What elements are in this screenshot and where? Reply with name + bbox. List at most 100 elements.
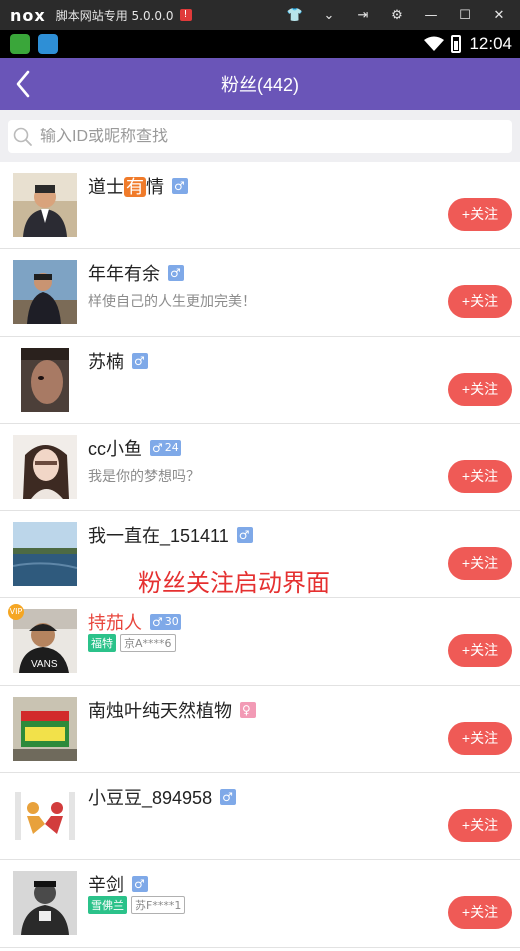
svg-text:VANS: VANS bbox=[31, 659, 58, 670]
status-time: 12:04 bbox=[469, 34, 512, 53]
avatar-photo bbox=[13, 871, 77, 936]
fan-list-item[interactable]: cc小鱼 ♂ 24 我是你的梦想吗？ +关注 bbox=[0, 424, 520, 512]
minimize-icon[interactable]: — bbox=[414, 8, 448, 23]
user-name-text: 辛剑 bbox=[88, 875, 124, 896]
avatar[interactable] bbox=[13, 522, 77, 587]
user-age: 24 bbox=[164, 440, 179, 454]
avatar-photo: VANS bbox=[13, 609, 77, 674]
avatar-photo bbox=[13, 260, 77, 325]
user-name: 我一直在_151411 bbox=[88, 522, 229, 548]
avatar-photo bbox=[13, 784, 77, 849]
user-name: 辛剑 bbox=[88, 871, 124, 897]
warning-icon[interactable]: ! bbox=[179, 9, 192, 21]
gear-icon[interactable]: ⚙ bbox=[380, 8, 414, 23]
user-name: 南烛叶纯天然植物 bbox=[88, 697, 232, 723]
close-icon[interactable]: ✕ bbox=[482, 8, 516, 23]
fan-list: 道士有情 ♂ +关注 年年有余 ♂ 样使自己的人生更加完美！ +关注 苏楠 ♂ +关注 cc小鱼 ♂ 2… bbox=[0, 162, 520, 951]
user-name-highlight: 有 bbox=[124, 177, 146, 197]
male-gender-badge: ♂ 24 bbox=[150, 439, 181, 456]
emulator-title: 脚本网站专用 5.0.0.0 bbox=[55, 8, 174, 23]
male-icon: ♂ bbox=[174, 179, 185, 193]
app-notification-icon bbox=[38, 34, 58, 54]
pin-icon[interactable]: ⇥ bbox=[346, 8, 380, 23]
user-name: 道士有情 bbox=[88, 173, 164, 199]
fan-list-item[interactable]: VIP VANS 持茄人 ♂ 30 福特 京A****6 +关注 bbox=[0, 598, 520, 686]
app-notification-icon bbox=[10, 34, 30, 54]
avatar[interactable] bbox=[13, 347, 77, 412]
user-name-text: 苏楠 bbox=[88, 351, 124, 372]
search-input[interactable] bbox=[40, 127, 480, 146]
user-name-text: cc小鱼 bbox=[88, 438, 142, 459]
user-name-text: 南烛叶纯天然植物 bbox=[88, 700, 232, 721]
follow-button[interactable]: +关注 bbox=[448, 896, 512, 930]
chevron-down-icon[interactable]: ⌄ bbox=[312, 8, 346, 23]
user-name-text: 情 bbox=[146, 177, 164, 197]
follow-button[interactable]: +关注 bbox=[448, 459, 512, 493]
fan-list-item[interactable]: 苏楠 ♂ +关注 bbox=[0, 337, 520, 424]
follow-button[interactable]: +关注 bbox=[448, 198, 512, 231]
avatar-photo bbox=[13, 347, 77, 412]
male-icon: ♂ bbox=[134, 353, 145, 368]
chevron-left-icon bbox=[16, 70, 30, 98]
car-brand-tag: 福特 bbox=[88, 634, 116, 653]
avatar[interactable] bbox=[13, 871, 77, 936]
window-controls: 👕 ⌄ ⇥ ⚙ — ☐ ✕ bbox=[278, 0, 516, 30]
user-name: 苏楠 bbox=[88, 348, 124, 374]
fan-list-item[interactable]: 年年有余 ♂ 样使自己的人生更加完美！ +关注 bbox=[0, 249, 520, 337]
male-icon: ♂ bbox=[152, 615, 163, 630]
user-name: 持茄人 bbox=[88, 609, 142, 635]
male-icon: ♂ bbox=[238, 528, 250, 543]
avatar[interactable] bbox=[13, 260, 77, 325]
follow-button[interactable]: +关注 bbox=[448, 721, 512, 755]
user-name: 小豆豆_894958 bbox=[88, 784, 212, 810]
shirt-icon[interactable]: 👕 bbox=[278, 8, 312, 23]
male-gender-badge: ♂ bbox=[236, 527, 253, 544]
user-age: 30 bbox=[164, 615, 179, 629]
male-icon: ♂ bbox=[152, 440, 163, 455]
fan-list-item[interactable]: 辛剑 ♂ 雪佛兰 苏F****1 +关注 bbox=[0, 860, 520, 948]
avatar[interactable] bbox=[13, 434, 77, 499]
search-box[interactable] bbox=[8, 120, 512, 153]
fan-list-item[interactable]: 道士有情 ♂ +关注 bbox=[0, 162, 520, 250]
follow-button[interactable]: +关注 bbox=[448, 372, 512, 406]
avatar[interactable] bbox=[13, 173, 77, 237]
search-bar bbox=[0, 110, 520, 162]
wifi-icon bbox=[424, 36, 445, 51]
user-name: cc小鱼 bbox=[88, 435, 142, 461]
male-icon: ♂ bbox=[170, 266, 181, 281]
user-name: 年年有余 bbox=[88, 260, 160, 286]
user-name-text: 年年有余 bbox=[88, 264, 160, 285]
male-gender-badge: ♂ bbox=[172, 178, 188, 194]
license-plate-tag: 京A****6 bbox=[120, 634, 176, 653]
status-bar: 12:04 bbox=[0, 30, 520, 58]
male-gender-badge: ♂ bbox=[132, 352, 148, 369]
avatar[interactable] bbox=[13, 696, 77, 761]
female-gender-badge: ♀ bbox=[240, 701, 256, 718]
avatar-photo bbox=[13, 434, 77, 499]
maximize-icon[interactable]: ☐ bbox=[448, 8, 482, 23]
avatar-photo bbox=[13, 696, 77, 761]
emulator-title-bar: nox 脚本网站专用 5.0.0.0 ! 👕 ⌄ ⇥ ⚙ — ☐ ✕ bbox=[0, 0, 520, 30]
car-brand-tag: 雪佛兰 bbox=[88, 896, 127, 915]
avatar-photo bbox=[13, 522, 77, 587]
follow-button[interactable]: +关注 bbox=[448, 547, 512, 581]
fan-list-item[interactable]: 南烛叶纯天然植物 ♀ +关注 bbox=[0, 686, 520, 774]
avatar[interactable] bbox=[13, 784, 77, 849]
user-signature: 我是你的梦想吗？ bbox=[88, 468, 200, 485]
back-button[interactable] bbox=[8, 66, 44, 102]
user-name-text: 持茄人 bbox=[88, 613, 142, 634]
avatar[interactable]: VANS bbox=[13, 609, 77, 674]
user-signature: 样使自己的人生更加完美！ bbox=[88, 294, 256, 311]
user-name-text: 我一直在_151411 bbox=[88, 526, 229, 547]
fan-list-item[interactable]: 小豆豆_894958 ♂ +关注 bbox=[0, 773, 520, 861]
follow-button[interactable]: +关注 bbox=[448, 809, 512, 843]
page-title: 粉丝(442) bbox=[220, 75, 300, 95]
male-icon: ♂ bbox=[134, 877, 145, 892]
female-icon: ♀ bbox=[242, 702, 251, 717]
follow-button[interactable]: +关注 bbox=[448, 634, 512, 668]
user-name-text: 道士 bbox=[88, 177, 124, 197]
follow-button[interactable]: +关注 bbox=[448, 285, 512, 319]
male-gender-badge: ♂ bbox=[132, 876, 148, 893]
male-icon: ♂ bbox=[222, 790, 233, 805]
app-header: 粉丝(442) bbox=[0, 58, 520, 110]
